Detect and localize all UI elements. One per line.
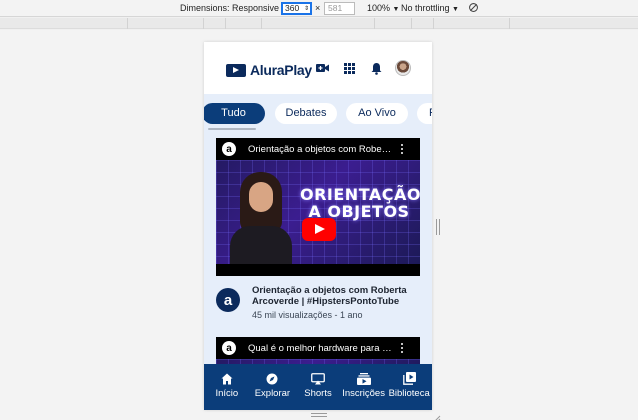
media-query-ruler — [0, 18, 638, 29]
devtools-toolbar: Dimensions: Responsive ▼ 360 ⇕ × 581 100… — [0, 0, 638, 17]
nav-item-inscricoes[interactable]: Inscrições — [341, 364, 387, 410]
nav-label: Shorts — [304, 388, 332, 399]
play-icon[interactable] — [302, 218, 336, 241]
chip-scrollbar[interactable] — [208, 128, 256, 130]
more-vert-icon[interactable] — [401, 144, 404, 156]
library-icon — [402, 372, 416, 385]
thumbnail-image: ORIENTAÇÃO A OBJETOS — [216, 160, 420, 264]
dimensions-dropdown[interactable]: Dimensions: Responsive ▼ — [180, 3, 289, 13]
nav-label: Explorar — [254, 388, 291, 399]
width-input[interactable]: 360 ⇕ — [281, 2, 312, 15]
logo[interactable]: AluraPlay — [226, 62, 312, 78]
height-value: 581 — [328, 3, 343, 13]
height-input[interactable]: 581 — [324, 2, 355, 15]
spinner-icon: ⇕ — [303, 6, 309, 12]
thumbnail-title: Qual é o melhor hardware para pr... — [248, 342, 393, 354]
video-meta: a Orientação a objetos com Roberta Arcov… — [216, 285, 420, 326]
dimensions-label: Dimensions: Responsive — [180, 3, 280, 13]
resize-handle-bottom[interactable] — [311, 413, 327, 417]
more-vert-icon[interactable] — [401, 343, 404, 355]
thumbnail-top-bar: a Qual é o melhor hardware para pr... — [216, 337, 420, 359]
channel-mini-logo: a — [222, 142, 236, 156]
subscriptions-icon — [356, 372, 371, 385]
chip-bar: Tudo Debates Ao Vivo F — [204, 103, 432, 125]
nav-label: Início — [215, 388, 239, 399]
video-card[interactable]: ORIENTAÇÃO A OBJETOS a Orientação a obje… — [216, 138, 420, 328]
chip-partial[interactable]: F — [417, 103, 432, 124]
logo-text: AluraPlay — [250, 62, 312, 78]
nav-label: Inscrições — [342, 388, 385, 399]
home-icon — [220, 372, 234, 385]
shorts-icon — [311, 372, 325, 385]
device-viewport: AluraPlay Tudo Debates Ao Vivo F — [204, 42, 432, 410]
video-card[interactable]: a Qual é o melhor hardware para pr... — [216, 337, 420, 364]
video-title[interactable]: Orientação a objetos com Roberta Arcover… — [252, 285, 420, 307]
chip-tudo[interactable]: Tudo — [204, 103, 265, 124]
resize-handle-right[interactable] — [436, 219, 440, 235]
thumbnail-bottom-bar — [216, 264, 420, 276]
nav-item-biblioteca[interactable]: Biblioteca — [386, 364, 432, 410]
width-value: 360 — [285, 3, 300, 13]
channel-avatar[interactable]: a — [216, 288, 240, 312]
chip-debates[interactable]: Debates — [275, 103, 337, 124]
presenter-image — [226, 172, 296, 264]
avatar[interactable] — [395, 60, 411, 76]
nav-item-inicio[interactable]: Início — [204, 364, 250, 410]
nav-label: Biblioteca — [388, 388, 430, 399]
chevron-down-icon: ▼ — [392, 6, 400, 13]
chevron-down-icon: ▼ — [452, 6, 459, 13]
times-sign: × — [315, 3, 321, 13]
app-header: AluraPlay — [204, 42, 432, 94]
zoom-dropdown[interactable]: 100% ▼ — [367, 3, 399, 13]
logo-play-icon — [226, 63, 246, 77]
chip-ao-vivo[interactable]: Ao Vivo — [346, 103, 408, 124]
nav-item-shorts[interactable]: Shorts — [295, 364, 341, 410]
video-camera-icon[interactable] — [315, 61, 329, 75]
throttling-label: No throttling — [401, 3, 450, 13]
compass-icon — [265, 372, 279, 385]
thumbnail-top-bar: a Orientação a objetos com Robert... — [216, 138, 420, 160]
video-thumbnail[interactable]: a Qual é o melhor hardware para pr... — [216, 337, 420, 364]
video-thumbnail[interactable]: ORIENTAÇÃO A OBJETOS a Orientação a obje… — [216, 138, 420, 276]
bottom-navigation: Início Explorar Shorts Inscrições Biblio… — [204, 364, 432, 410]
main-content: Tudo Debates Ao Vivo F ORIENTAÇÃO A OBJE… — [204, 94, 432, 364]
apps-grid-icon[interactable] — [342, 61, 356, 75]
throttling-dropdown[interactable]: No throttling ▼ — [401, 3, 459, 13]
zoom-label: 100% — [367, 3, 391, 13]
rotate-icon[interactable] — [468, 2, 479, 15]
channel-mini-logo: a — [222, 341, 236, 355]
thumbnail-big-title: ORIENTAÇÃO A OBJETOS — [300, 185, 420, 221]
video-stats: 45 mil visualizações - 1 ano — [252, 310, 363, 320]
bell-icon[interactable] — [369, 61, 383, 75]
nav-item-explorar[interactable]: Explorar — [250, 364, 296, 410]
thumbnail-title: Orientação a objetos com Robert... — [248, 143, 393, 155]
resize-corner-icon[interactable] — [433, 410, 441, 420]
